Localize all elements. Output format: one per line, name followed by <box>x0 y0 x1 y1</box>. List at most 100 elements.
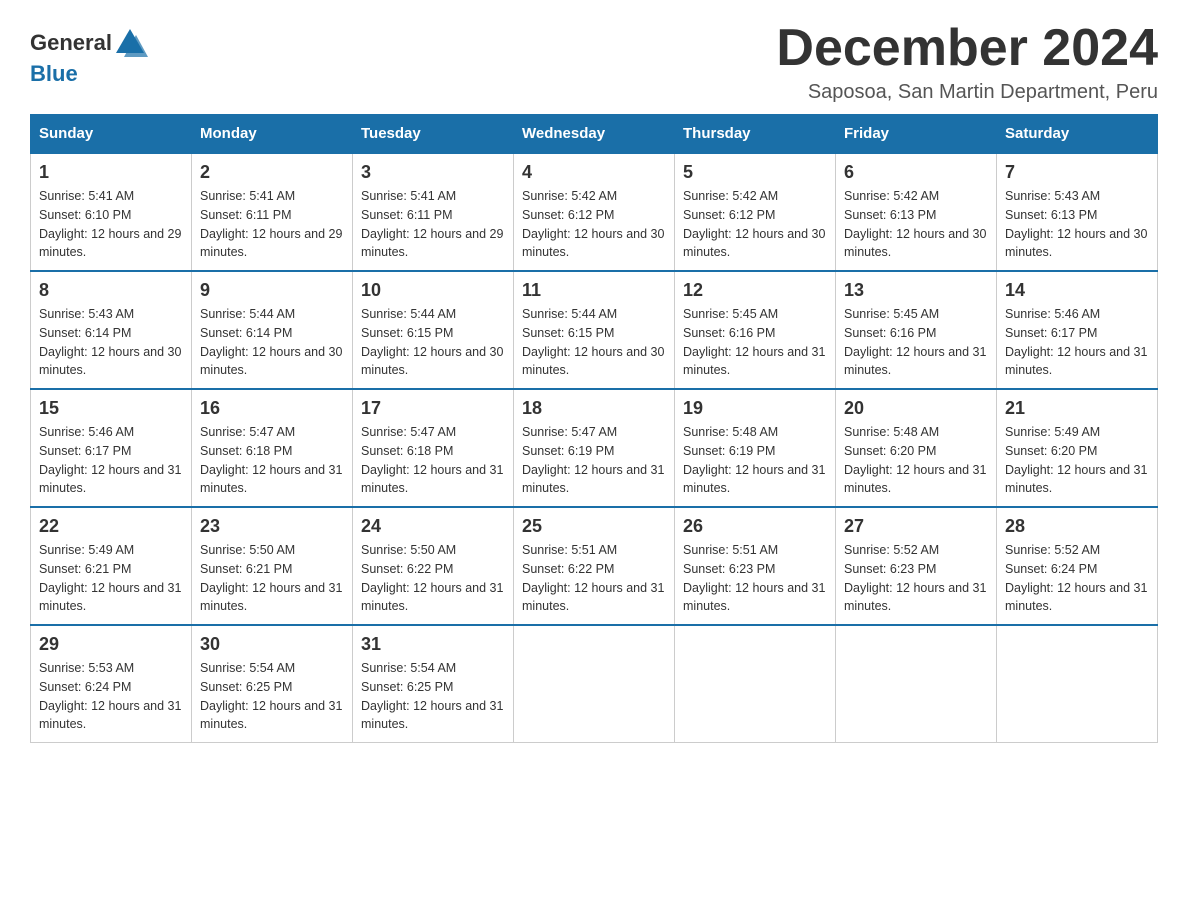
day-number: 12 <box>683 280 827 301</box>
day-number: 9 <box>200 280 344 301</box>
calendar-cell: 22 Sunrise: 5:49 AM Sunset: 6:21 PM Dayl… <box>31 507 192 625</box>
day-number: 4 <box>522 162 666 183</box>
calendar-cell: 1 Sunrise: 5:41 AM Sunset: 6:10 PM Dayli… <box>31 153 192 271</box>
calendar-subtitle: Saposoa, San Martin Department, Peru <box>776 81 1158 104</box>
day-info: Sunrise: 5:46 AM Sunset: 6:17 PM Dayligh… <box>39 423 183 498</box>
day-info: Sunrise: 5:45 AM Sunset: 6:16 PM Dayligh… <box>844 305 988 380</box>
calendar-cell <box>836 625 997 743</box>
calendar-week-2: 8 Sunrise: 5:43 AM Sunset: 6:14 PM Dayli… <box>31 271 1158 389</box>
day-info: Sunrise: 5:42 AM Sunset: 6:13 PM Dayligh… <box>844 187 988 262</box>
logo: General Blue <box>30 20 148 87</box>
day-number: 20 <box>844 398 988 419</box>
day-number: 24 <box>361 516 505 537</box>
day-info: Sunrise: 5:52 AM Sunset: 6:23 PM Dayligh… <box>844 541 988 616</box>
calendar-cell: 4 Sunrise: 5:42 AM Sunset: 6:12 PM Dayli… <box>514 153 675 271</box>
day-number: 22 <box>39 516 183 537</box>
header-friday: Friday <box>836 115 997 154</box>
calendar-header-row: SundayMondayTuesdayWednesdayThursdayFrid… <box>31 115 1158 154</box>
day-info: Sunrise: 5:42 AM Sunset: 6:12 PM Dayligh… <box>683 187 827 262</box>
calendar-cell: 2 Sunrise: 5:41 AM Sunset: 6:11 PM Dayli… <box>192 153 353 271</box>
calendar-cell: 8 Sunrise: 5:43 AM Sunset: 6:14 PM Dayli… <box>31 271 192 389</box>
day-info: Sunrise: 5:49 AM Sunset: 6:20 PM Dayligh… <box>1005 423 1149 498</box>
day-number: 2 <box>200 162 344 183</box>
logo-general-text: General <box>30 30 112 56</box>
day-number: 28 <box>1005 516 1149 537</box>
day-number: 26 <box>683 516 827 537</box>
day-info: Sunrise: 5:54 AM Sunset: 6:25 PM Dayligh… <box>200 659 344 734</box>
calendar-cell: 3 Sunrise: 5:41 AM Sunset: 6:11 PM Dayli… <box>353 153 514 271</box>
calendar-cell: 10 Sunrise: 5:44 AM Sunset: 6:15 PM Dayl… <box>353 271 514 389</box>
calendar-cell: 7 Sunrise: 5:43 AM Sunset: 6:13 PM Dayli… <box>997 153 1158 271</box>
calendar-cell: 19 Sunrise: 5:48 AM Sunset: 6:19 PM Dayl… <box>675 389 836 507</box>
calendar-week-1: 1 Sunrise: 5:41 AM Sunset: 6:10 PM Dayli… <box>31 153 1158 271</box>
logo-blue-text: Blue <box>30 61 78 86</box>
day-info: Sunrise: 5:50 AM Sunset: 6:22 PM Dayligh… <box>361 541 505 616</box>
day-number: 14 <box>1005 280 1149 301</box>
calendar-week-4: 22 Sunrise: 5:49 AM Sunset: 6:21 PM Dayl… <box>31 507 1158 625</box>
calendar-cell: 13 Sunrise: 5:45 AM Sunset: 6:16 PM Dayl… <box>836 271 997 389</box>
calendar-table: SundayMondayTuesdayWednesdayThursdayFrid… <box>30 114 1158 743</box>
calendar-cell: 11 Sunrise: 5:44 AM Sunset: 6:15 PM Dayl… <box>514 271 675 389</box>
day-info: Sunrise: 5:51 AM Sunset: 6:23 PM Dayligh… <box>683 541 827 616</box>
calendar-cell: 6 Sunrise: 5:42 AM Sunset: 6:13 PM Dayli… <box>836 153 997 271</box>
calendar-cell: 5 Sunrise: 5:42 AM Sunset: 6:12 PM Dayli… <box>675 153 836 271</box>
day-number: 18 <box>522 398 666 419</box>
calendar-cell: 24 Sunrise: 5:50 AM Sunset: 6:22 PM Dayl… <box>353 507 514 625</box>
day-info: Sunrise: 5:54 AM Sunset: 6:25 PM Dayligh… <box>361 659 505 734</box>
calendar-week-5: 29 Sunrise: 5:53 AM Sunset: 6:24 PM Dayl… <box>31 625 1158 743</box>
header-saturday: Saturday <box>997 115 1158 154</box>
day-info: Sunrise: 5:52 AM Sunset: 6:24 PM Dayligh… <box>1005 541 1149 616</box>
header-monday: Monday <box>192 115 353 154</box>
calendar-cell <box>997 625 1158 743</box>
day-info: Sunrise: 5:41 AM Sunset: 6:10 PM Dayligh… <box>39 187 183 262</box>
day-info: Sunrise: 5:51 AM Sunset: 6:22 PM Dayligh… <box>522 541 666 616</box>
header-sunday: Sunday <box>31 115 192 154</box>
day-info: Sunrise: 5:44 AM Sunset: 6:15 PM Dayligh… <box>522 305 666 380</box>
day-info: Sunrise: 5:47 AM Sunset: 6:18 PM Dayligh… <box>200 423 344 498</box>
calendar-cell: 29 Sunrise: 5:53 AM Sunset: 6:24 PM Dayl… <box>31 625 192 743</box>
calendar-cell: 20 Sunrise: 5:48 AM Sunset: 6:20 PM Dayl… <box>836 389 997 507</box>
day-number: 6 <box>844 162 988 183</box>
day-info: Sunrise: 5:46 AM Sunset: 6:17 PM Dayligh… <box>1005 305 1149 380</box>
calendar-cell <box>514 625 675 743</box>
day-info: Sunrise: 5:41 AM Sunset: 6:11 PM Dayligh… <box>200 187 344 262</box>
day-number: 27 <box>844 516 988 537</box>
day-number: 15 <box>39 398 183 419</box>
day-number: 30 <box>200 634 344 655</box>
calendar-cell: 27 Sunrise: 5:52 AM Sunset: 6:23 PM Dayl… <box>836 507 997 625</box>
day-info: Sunrise: 5:47 AM Sunset: 6:18 PM Dayligh… <box>361 423 505 498</box>
day-number: 29 <box>39 634 183 655</box>
day-number: 10 <box>361 280 505 301</box>
calendar-cell: 14 Sunrise: 5:46 AM Sunset: 6:17 PM Dayl… <box>997 271 1158 389</box>
day-info: Sunrise: 5:44 AM Sunset: 6:14 PM Dayligh… <box>200 305 344 380</box>
day-number: 25 <box>522 516 666 537</box>
page-header: General Blue December 2024 Saposoa, San … <box>30 20 1158 104</box>
day-number: 7 <box>1005 162 1149 183</box>
day-info: Sunrise: 5:45 AM Sunset: 6:16 PM Dayligh… <box>683 305 827 380</box>
title-block: December 2024 Saposoa, San Martin Depart… <box>776 20 1158 104</box>
day-info: Sunrise: 5:49 AM Sunset: 6:21 PM Dayligh… <box>39 541 183 616</box>
calendar-cell: 23 Sunrise: 5:50 AM Sunset: 6:21 PM Dayl… <box>192 507 353 625</box>
calendar-cell: 9 Sunrise: 5:44 AM Sunset: 6:14 PM Dayli… <box>192 271 353 389</box>
logo-icon <box>112 25 148 61</box>
day-number: 1 <box>39 162 183 183</box>
calendar-cell: 31 Sunrise: 5:54 AM Sunset: 6:25 PM Dayl… <box>353 625 514 743</box>
calendar-week-3: 15 Sunrise: 5:46 AM Sunset: 6:17 PM Dayl… <box>31 389 1158 507</box>
day-number: 17 <box>361 398 505 419</box>
calendar-cell: 15 Sunrise: 5:46 AM Sunset: 6:17 PM Dayl… <box>31 389 192 507</box>
day-number: 5 <box>683 162 827 183</box>
day-info: Sunrise: 5:48 AM Sunset: 6:19 PM Dayligh… <box>683 423 827 498</box>
day-info: Sunrise: 5:53 AM Sunset: 6:24 PM Dayligh… <box>39 659 183 734</box>
header-tuesday: Tuesday <box>353 115 514 154</box>
day-info: Sunrise: 5:41 AM Sunset: 6:11 PM Dayligh… <box>361 187 505 262</box>
day-number: 23 <box>200 516 344 537</box>
calendar-title: December 2024 <box>776 20 1158 77</box>
day-number: 11 <box>522 280 666 301</box>
day-info: Sunrise: 5:42 AM Sunset: 6:12 PM Dayligh… <box>522 187 666 262</box>
day-info: Sunrise: 5:47 AM Sunset: 6:19 PM Dayligh… <box>522 423 666 498</box>
calendar-cell: 17 Sunrise: 5:47 AM Sunset: 6:18 PM Dayl… <box>353 389 514 507</box>
calendar-cell: 16 Sunrise: 5:47 AM Sunset: 6:18 PM Dayl… <box>192 389 353 507</box>
calendar-cell <box>675 625 836 743</box>
day-info: Sunrise: 5:43 AM Sunset: 6:13 PM Dayligh… <box>1005 187 1149 262</box>
day-number: 8 <box>39 280 183 301</box>
